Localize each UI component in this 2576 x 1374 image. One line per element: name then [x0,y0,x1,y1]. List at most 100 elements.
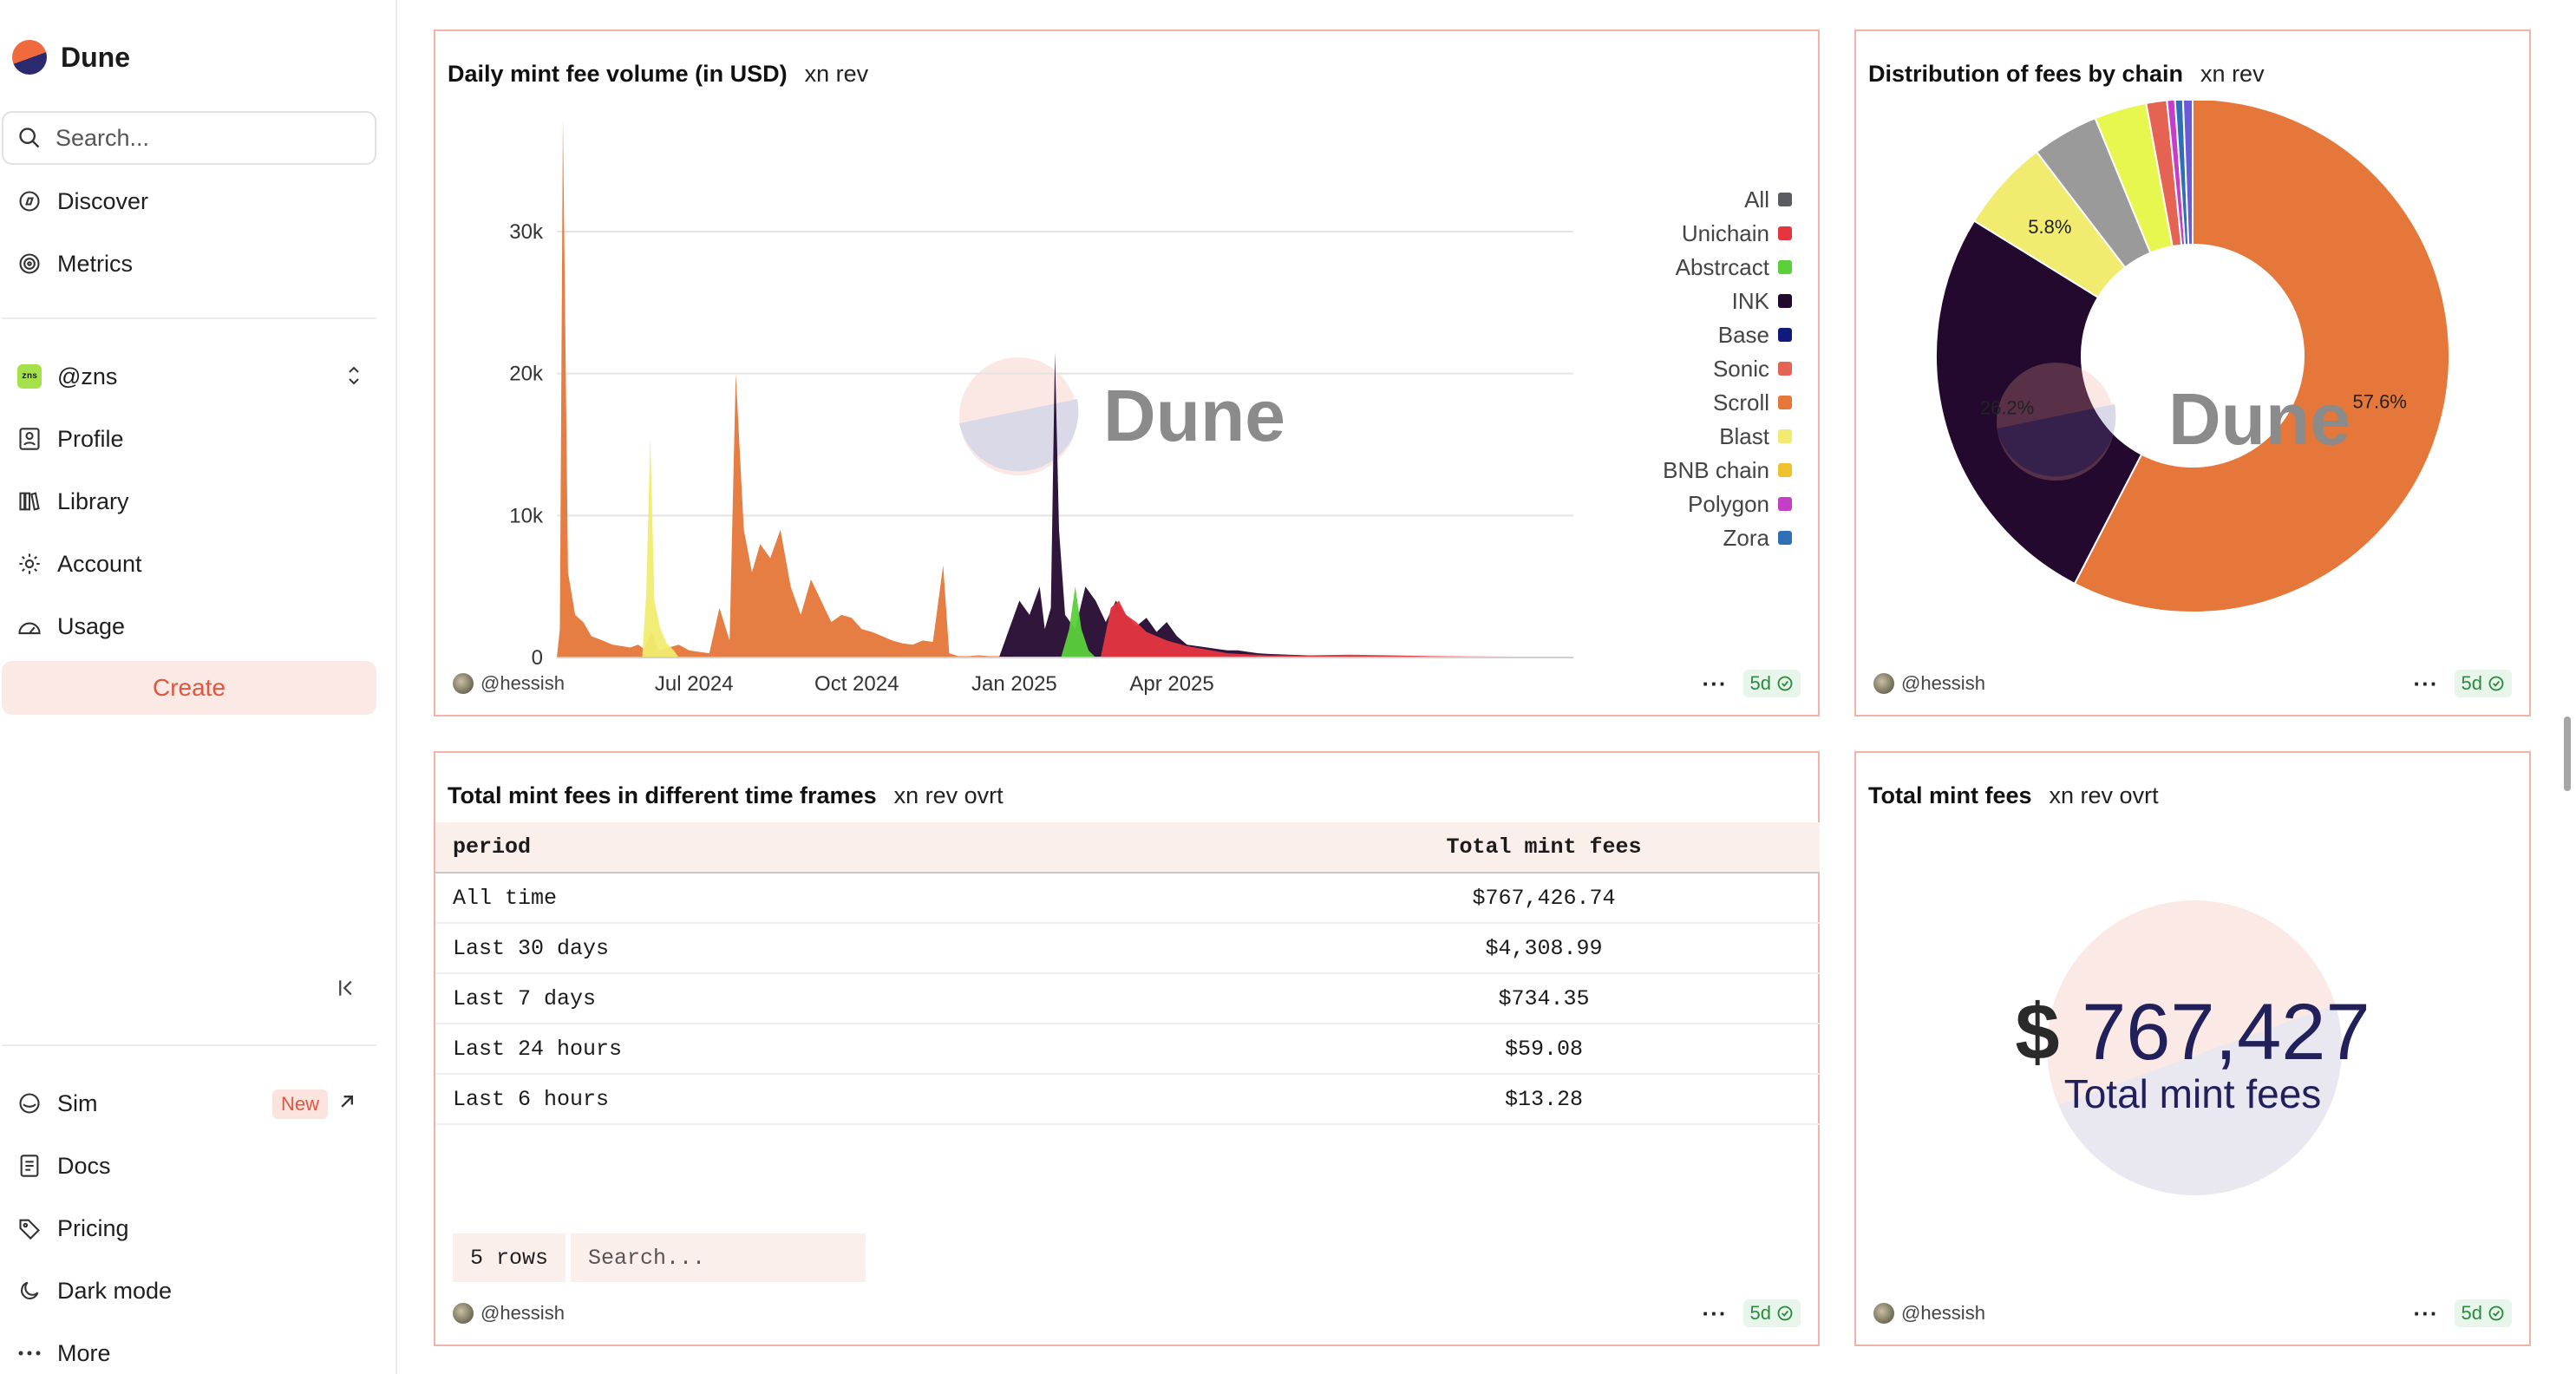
legend-swatch [1778,294,1792,308]
legend-item[interactable]: Unichain [1682,218,1792,249]
author-name: @hessish [1901,1302,1985,1324]
freshness-badge[interactable]: 5d [2454,670,2512,697]
author[interactable]: @hessish [1873,1298,1985,1329]
x-tick-label: Oct 2024 [814,672,899,696]
legend-label: Zora [1723,524,1769,551]
sidebar-search[interactable]: Search... [2,111,376,165]
legend-item[interactable]: Scroll [1713,387,1792,418]
search-icon [19,128,40,148]
sidebar-divider [2,317,376,319]
x-tick-label: Jan 2025 [971,672,1057,696]
nav-library[interactable]: Library [0,477,382,526]
distribution-subtitle: xn rev [2200,61,2265,87]
nav-dark-mode[interactable]: Dark mode [0,1266,382,1315]
nav-discover[interactable]: Discover [0,177,382,226]
brand[interactable]: Dune [12,38,130,76]
nav-more[interactable]: More [0,1329,382,1374]
total-subtitle: xn rev ovrt [2049,782,2159,808]
chevron-updown-icon [349,366,359,385]
author-name: @hessish [1901,672,1985,694]
table-cell: $734.35 [1268,973,1820,1024]
nav-sim[interactable]: Sim New [0,1079,382,1128]
more-options-icon[interactable]: ··· [1703,672,1728,695]
panel-actions: ··· 5d [1703,668,1801,699]
slice-label: 5.8% [2028,216,2071,238]
timeframes-title[interactable]: Total mint fees in different time frames [448,782,877,809]
author[interactable]: @hessish [453,1298,565,1329]
legend-item[interactable]: BNB chain [1663,455,1792,486]
nav-profile[interactable]: Profile [0,415,382,463]
library-icon [16,487,43,515]
panel-actions: ··· 5d [1703,1298,1801,1329]
legend-swatch [1778,362,1792,376]
legend-item[interactable]: Zora [1723,522,1792,553]
nav-docs-label: Docs [57,1152,111,1179]
nav-pricing-label: Pricing [57,1214,129,1241]
counter-label: Total mint fees [2063,1071,2322,1116]
table-cell: Last 30 days [435,923,1268,974]
legend-swatch [1778,463,1792,477]
legend-label: Base [1717,321,1769,348]
legend-label: INK [1731,287,1769,314]
nav-metrics[interactable]: Metrics [0,239,382,288]
volume-title[interactable]: Daily mint fee volume (in USD) [448,61,788,88]
more-options-icon[interactable]: ··· [2414,1302,2439,1325]
column-header-period[interactable]: period [435,822,1268,873]
sidebar: Dune Search... Discover Metrics zns @zns… [0,0,397,1374]
watermark: Dune [959,357,1285,475]
timeframes-subtitle: xn rev ovrt [893,782,1004,808]
table-search-input[interactable] [571,1233,866,1282]
moon-icon [16,1277,43,1305]
legend-item[interactable]: Base [1718,319,1792,350]
author-name: @hessish [481,1302,565,1324]
nav-docs[interactable]: Docs [0,1142,382,1190]
author[interactable]: @hessish [1873,668,1985,699]
check-circle-icon [1777,1305,1793,1321]
nav-account-label: Account [57,550,142,577]
nav-profile-label: Profile [57,425,124,452]
legend-item[interactable]: Sonic [1713,353,1792,384]
x-tick-label: Jul 2024 [655,672,734,696]
column-header-total[interactable]: Total mint fees [1268,822,1820,873]
y-tick-label: 10k [509,504,544,527]
sidebar-divider [2,1044,376,1046]
search-placeholder: Search... [56,124,150,151]
legend-label: Sonic [1712,355,1769,382]
more-options-icon[interactable]: ··· [2414,672,2439,695]
more-options-icon[interactable]: ··· [1703,1302,1728,1325]
create-button[interactable]: Create [2,661,376,715]
table-cell: Last 7 days [435,973,1268,1024]
legend-label: BNB chain [1663,456,1769,483]
freshness-badge[interactable]: 5d [1742,670,1801,697]
nav-pricing[interactable]: Pricing [0,1204,382,1253]
area-chart: Dune Jul 2024 Oct 2024 Jan 2025 Apr 2025 0 1… [509,118,1573,696]
page-scrollbar[interactable] [2564,716,2571,791]
legend-item[interactable]: Blast [1719,421,1792,452]
target-icon [16,250,43,278]
legend-item[interactable]: Polygon [1688,488,1792,520]
table-cell: $59.08 [1268,1024,1820,1075]
legend-item[interactable]: All [1744,184,1792,215]
gear-icon [16,550,43,578]
panel-actions: ··· 5d [2414,668,2512,699]
table-row: Last 6 hours $13.28 [435,1074,1820,1125]
legend-swatch [1778,193,1792,206]
nav-account[interactable]: Account [0,540,382,588]
volume-panel: Daily mint fee volume (in USD) xn rev Du… [434,29,1820,716]
freshness-badge[interactable]: 5d [1742,1299,1801,1327]
table-row: Last 30 days $4,308.99 [435,923,1820,974]
legend-item[interactable]: Abstrcact [1676,252,1792,283]
author[interactable]: @hessish [453,668,565,699]
team-switcher[interactable]: zns @zns [0,352,382,401]
avatar [453,1303,474,1324]
distribution-title[interactable]: Distribution of fees by chain [1868,61,2183,88]
legend-swatch [1778,531,1792,545]
total-title[interactable]: Total mint fees [1868,782,2032,809]
tag-icon [16,1214,43,1242]
watermark-text: Dune [1103,375,1285,456]
legend-item[interactable]: INK [1732,285,1792,317]
collapse-sidebar-icon[interactable] [335,975,361,1001]
nav-usage[interactable]: Usage [0,602,382,651]
freshness-badge[interactable]: 5d [2454,1299,2512,1327]
sim-icon [16,1089,43,1117]
